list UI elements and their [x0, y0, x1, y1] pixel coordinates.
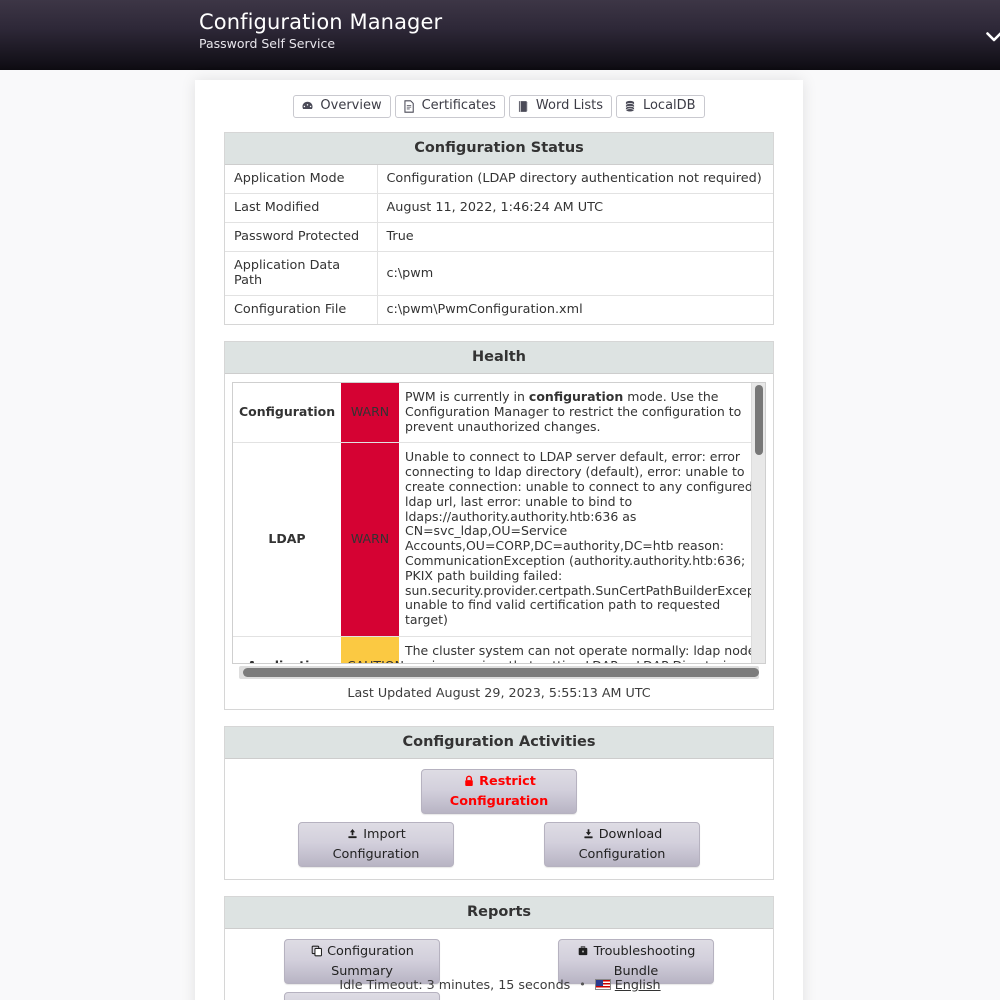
- row-value: c:\pwm: [377, 251, 773, 296]
- configuration-status-table: Application Mode Configuration (LDAP dir…: [225, 165, 773, 324]
- detail-emphasis: configuration: [528, 389, 624, 404]
- reports-title: Reports: [225, 897, 773, 929]
- table-row: Password Protected True: [225, 222, 773, 252]
- row-key: Password Protected: [225, 222, 378, 252]
- lock-icon: [462, 775, 475, 788]
- row-value: Configuration (LDAP directory authentica…: [386, 171, 762, 186]
- scrollbar-thumb[interactable]: [755, 385, 763, 455]
- scrollbar-thumb[interactable]: [243, 668, 759, 677]
- table-row: Configuration File c:\pwm\PwmConfigurati…: [225, 295, 773, 324]
- configuration-activities-title: Configuration Activities: [225, 727, 773, 759]
- dashboard-icon: [301, 100, 314, 113]
- import-configuration-button[interactable]: Import Configuration: [298, 822, 454, 867]
- tab-certificates[interactable]: Certificates: [394, 95, 505, 118]
- health-table: Configuration WARN PWM is currently in c…: [233, 383, 761, 663]
- chevron-down-icon[interactable]: [983, 26, 1000, 48]
- download-label-line1: Download: [598, 827, 663, 842]
- table-row: Configuration WARN PWM is currently in c…: [233, 383, 761, 443]
- health-status-badge: WARN: [341, 383, 399, 443]
- tab-word-lists[interactable]: Word Lists: [508, 95, 612, 118]
- tab-word-lists-label: Word Lists: [535, 98, 603, 113]
- import-label-line1: Import: [363, 827, 406, 842]
- row-key: Application Mode: [225, 165, 378, 194]
- document-icon: [403, 99, 416, 113]
- table-row: Last Modified August 11, 2022, 1:46:24 A…: [225, 193, 773, 223]
- copy-icon: [310, 945, 323, 958]
- tab-certificates-label: Certificates: [421, 98, 496, 113]
- troubleshooting-line1-wrap: Troubleshooting: [577, 944, 696, 959]
- row-key: Configuration File: [225, 295, 378, 324]
- tab-overview[interactable]: Overview: [293, 95, 391, 118]
- row-key: Last Modified: [225, 193, 378, 223]
- page-subtitle: Password Self Service: [199, 36, 336, 51]
- health-horizontal-scrollbar[interactable]: [239, 666, 759, 679]
- health-topic: Application: [233, 635, 341, 663]
- book-icon: [517, 100, 530, 113]
- upload-icon: [346, 828, 359, 841]
- page-footer: Idle Timeout: 3 minutes, 15 seconds • En…: [0, 977, 1000, 992]
- main-panel: Overview Certificates Word Lists LocalDB: [195, 80, 803, 1000]
- health-topic: LDAP: [233, 442, 341, 637]
- table-row: Application Data Path c:\pwm: [225, 251, 773, 296]
- restrict-line1-wrap: Restrict: [462, 774, 536, 789]
- briefcase-icon: [577, 945, 590, 958]
- restrict-configuration-button[interactable]: Restrict Configuration: [421, 769, 577, 814]
- config-summary-line1-wrap: Configuration: [310, 944, 414, 959]
- health-section: Health Configuration WARN PWM is current…: [224, 341, 774, 710]
- language-selector[interactable]: English: [594, 977, 661, 992]
- ldap-permissions-button[interactable]: LDAP Permissions: [284, 992, 440, 1000]
- page-body: Overview Certificates Word Lists LocalDB: [0, 70, 1000, 1000]
- health-vertical-scrollbar[interactable]: [751, 383, 765, 663]
- row-value: August 11, 2022, 1:46:24 AM UTC: [377, 193, 773, 223]
- page-title: Configuration Manager: [199, 10, 443, 34]
- download-configuration-button[interactable]: Download Configuration: [544, 822, 700, 867]
- health-scroll-region[interactable]: Configuration WARN PWM is currently in c…: [232, 382, 766, 664]
- detail-prefix: PWM is currently in: [405, 389, 529, 404]
- health-detail: Unable to connect to LDAP server default…: [399, 442, 761, 637]
- database-icon: [624, 100, 637, 113]
- health-title: Health: [225, 342, 773, 374]
- configuration-activities-section: Configuration Activities Restrict Config…: [224, 726, 774, 880]
- health-detail: PWM is currently in configuration mode. …: [399, 383, 761, 443]
- download-label-line2: Configuration: [578, 847, 666, 862]
- tab-bar: Overview Certificates Word Lists LocalDB: [195, 95, 803, 118]
- health-status-badge: WARN: [341, 442, 399, 637]
- configuration-status-section: Configuration Status Application Mode Co…: [224, 132, 774, 325]
- health-status-badge: CAUTION: [341, 635, 404, 663]
- configuration-status-title: Configuration Status: [225, 133, 773, 165]
- app-header: Configuration Manager Password Self Serv…: [0, 0, 1000, 70]
- import-label-line2: Configuration: [332, 847, 420, 862]
- tab-overview-label: Overview: [320, 98, 382, 113]
- health-topic: Configuration: [239, 403, 336, 419]
- config-summary-label-line1: Configuration: [327, 944, 414, 959]
- row-value: True: [377, 222, 773, 252]
- footer-separator: •: [579, 978, 586, 991]
- table-row: Application Mode Configuration (LDAP dir…: [225, 165, 773, 194]
- language-link[interactable]: English: [615, 977, 661, 992]
- health-detail-paragraph: PWM is currently in configuration mode. …: [405, 389, 761, 434]
- table-row: LDAP WARN Unable to connect to LDAP serv…: [233, 442, 761, 637]
- health-last-updated: Last Updated August 29, 2023, 5:55:13 AM…: [225, 679, 773, 709]
- import-line1-wrap: Import: [346, 827, 406, 842]
- restrict-label-line1: Restrict: [479, 774, 536, 789]
- row-value: c:\pwm\PwmConfiguration.xml: [377, 295, 773, 324]
- row-key: Application Data Path: [225, 251, 378, 296]
- tab-localdb[interactable]: LocalDB: [615, 95, 705, 118]
- us-flag-icon: [594, 979, 611, 990]
- download-icon: [582, 828, 595, 841]
- restrict-label-line2: Configuration: [449, 794, 549, 809]
- table-row: Application CAUTION The cluster system c…: [233, 635, 761, 663]
- idle-timeout-label: Idle Timeout: 3 minutes, 15 seconds: [339, 977, 571, 992]
- troubleshooting-label-line1: Troubleshooting: [593, 944, 696, 959]
- health-detail: The cluster system can not operate norma…: [399, 635, 761, 663]
- tab-localdb-label: LocalDB: [642, 98, 696, 113]
- download-line1-wrap: Download: [582, 827, 663, 842]
